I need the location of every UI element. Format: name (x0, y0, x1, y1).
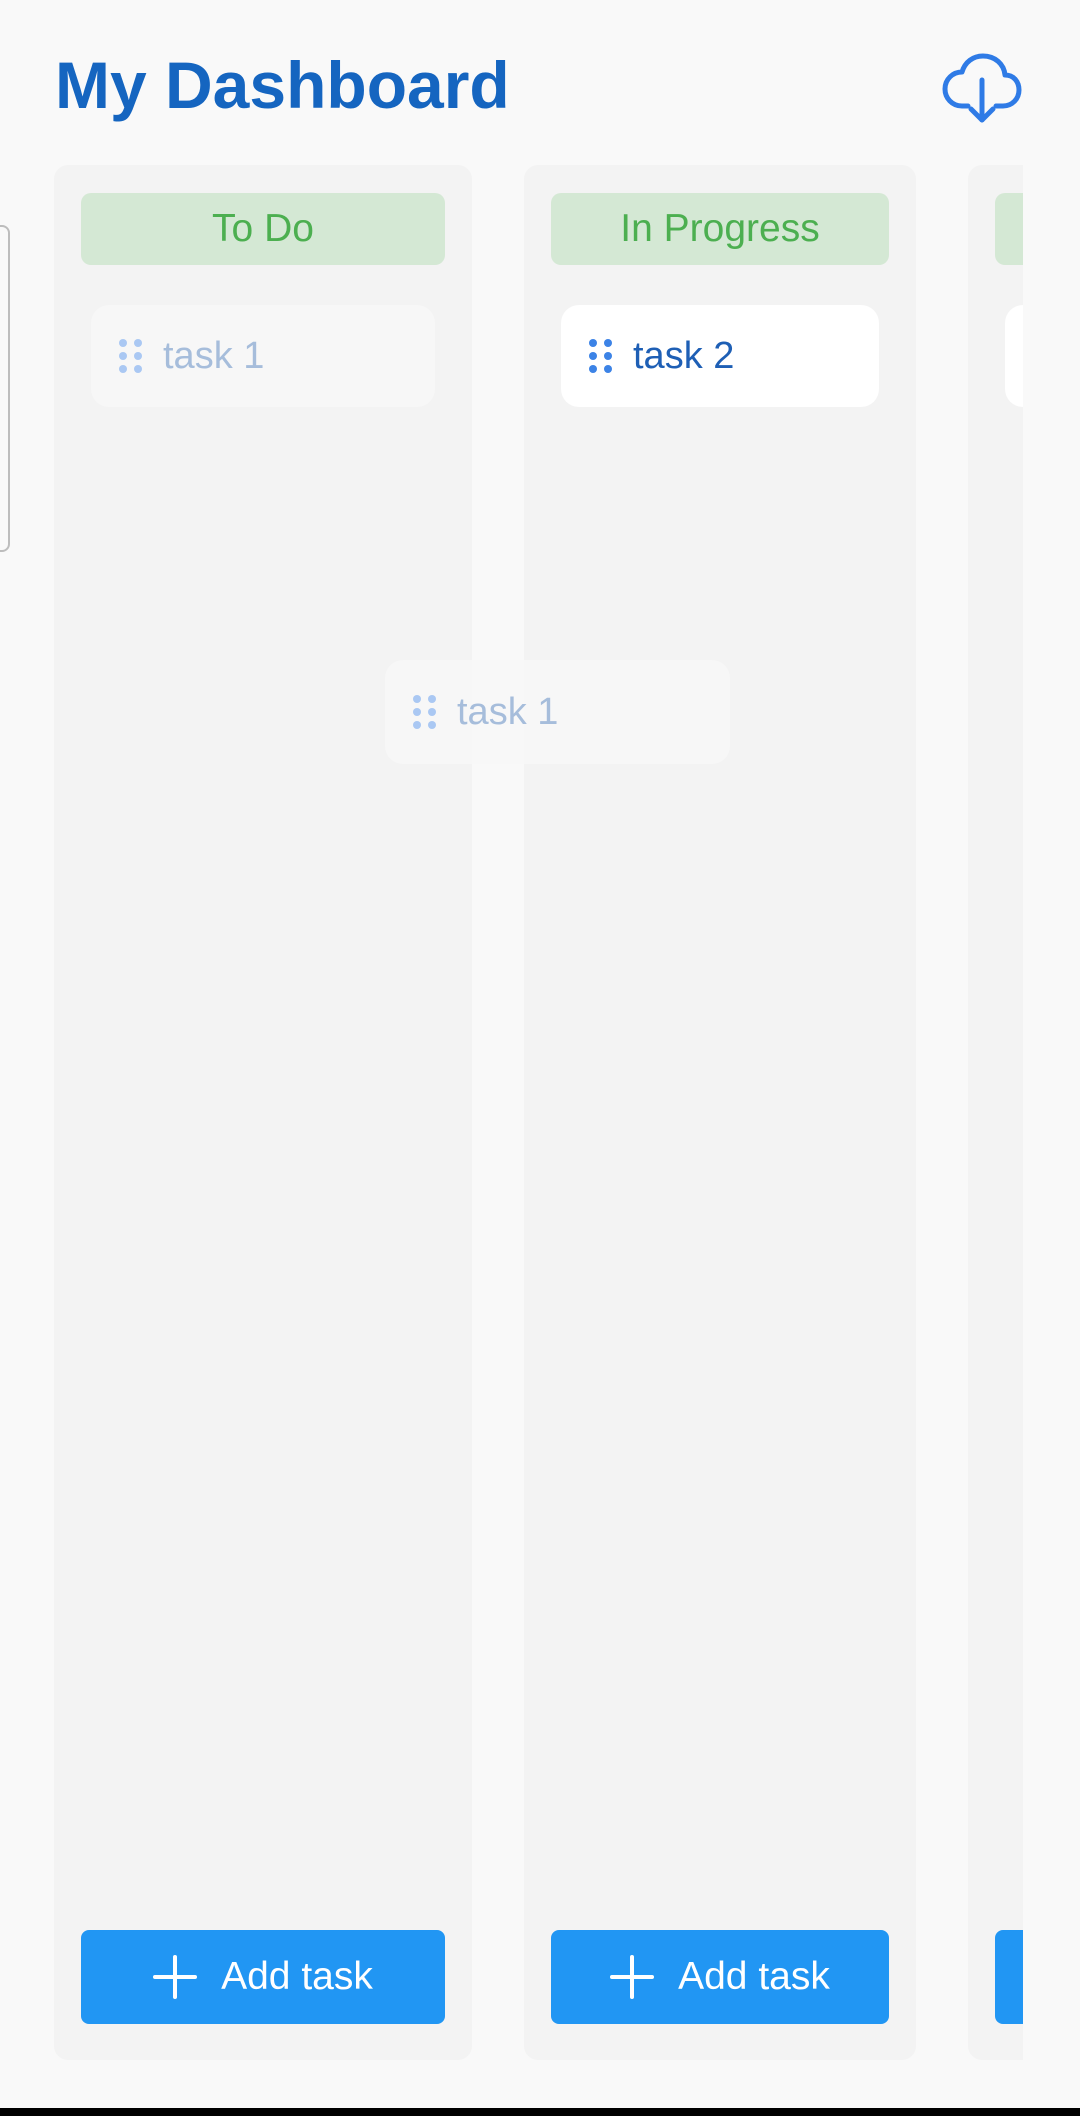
task-label: task 1 (457, 690, 559, 733)
task-card[interactable] (1005, 305, 1023, 407)
column-to-do: To Do task 1 Add task (54, 165, 472, 2060)
plus-icon (610, 1955, 655, 1999)
column-in-progress: In Progress task 2 Add task (524, 165, 916, 2060)
task-card-placeholder: task 1 (91, 305, 435, 407)
column-third (968, 165, 1023, 2060)
plus-icon (153, 1955, 198, 1999)
column-header (995, 193, 1023, 265)
column-header: In Progress (551, 193, 889, 265)
cloud-download-button[interactable] (942, 50, 1022, 126)
page-title: My Dashboard (55, 48, 510, 122)
task-label: task 2 (633, 334, 735, 377)
add-task-label: Add task (221, 1955, 373, 1998)
add-task-button[interactable]: Add task (81, 1930, 445, 2024)
task-label: task 1 (163, 334, 265, 377)
drag-handle-icon (119, 339, 142, 373)
add-task-button[interactable]: Add task (551, 1930, 889, 2024)
column-header: To Do (81, 193, 445, 265)
bottom-edge (0, 2108, 1080, 2116)
cloud-download-icon (942, 53, 1022, 123)
drag-preview-card[interactable]: task 1 (385, 660, 730, 764)
drag-handle-icon[interactable] (589, 339, 612, 373)
side-panel-edge (0, 225, 10, 552)
add-task-label: Add task (678, 1955, 830, 1998)
board: To Do task 1 Add task In Progress task 2… (0, 160, 1023, 2070)
drag-handle-icon (413, 695, 436, 729)
task-card[interactable]: task 2 (561, 305, 879, 407)
add-task-button[interactable] (995, 1930, 1023, 2024)
